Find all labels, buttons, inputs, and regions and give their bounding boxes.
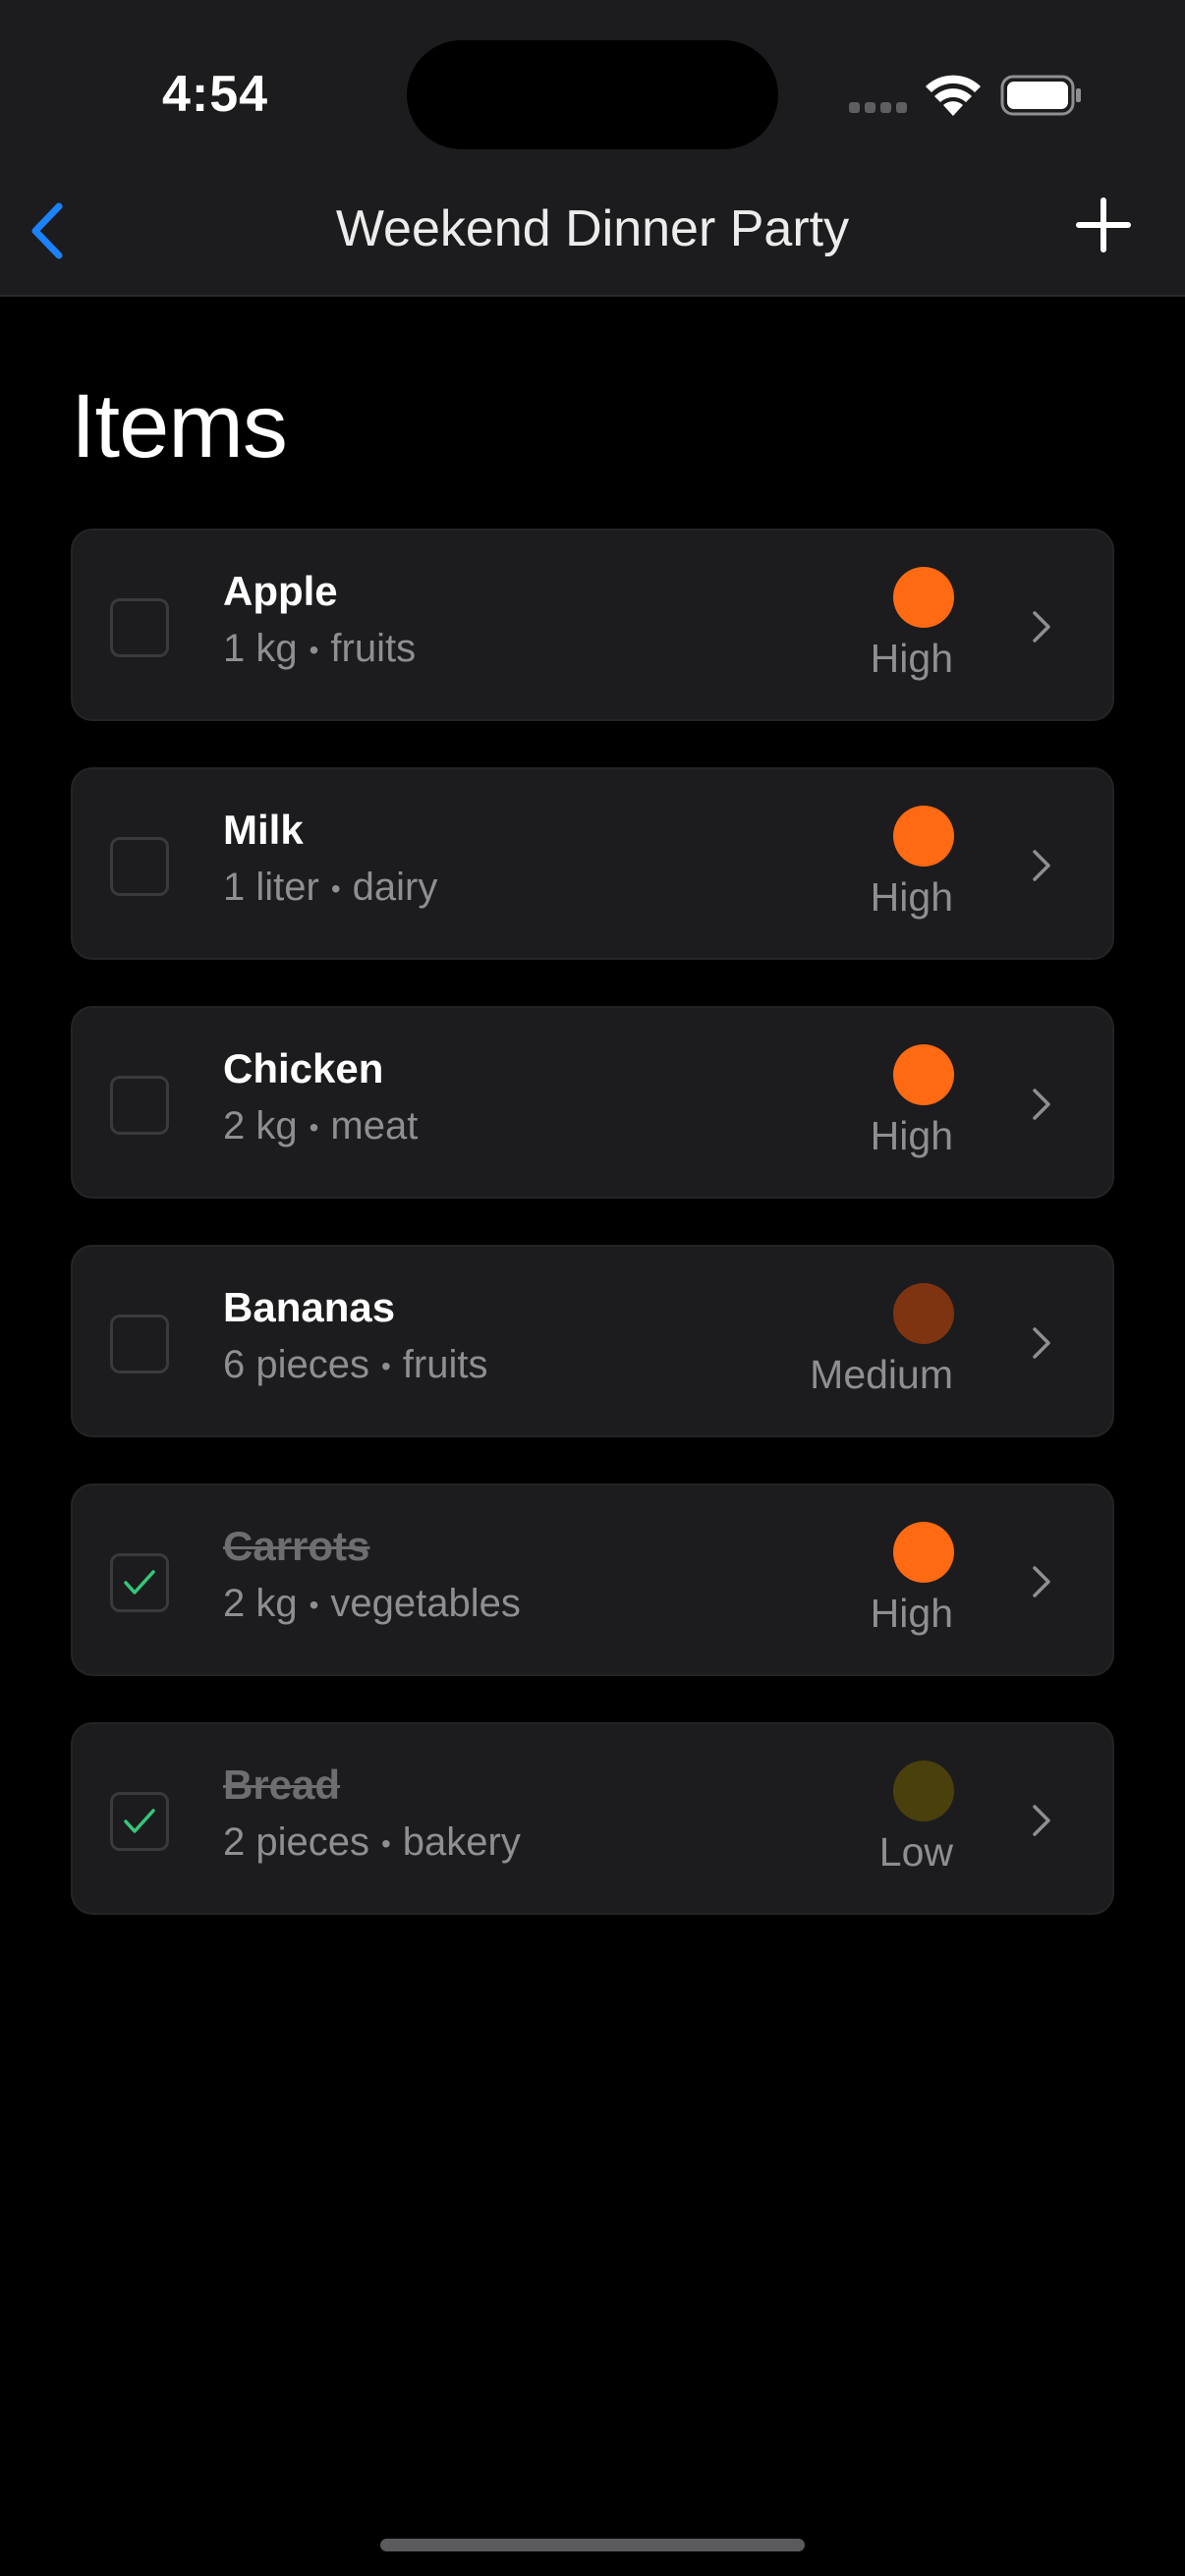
add-item-button[interactable] — [1071, 193, 1136, 257]
screen: 4:54 Weekend Dinner Party Items Apple 1 … — [0, 0, 1185, 2576]
separator: • — [309, 1590, 319, 1621]
cellular-signal-icon — [849, 102, 908, 116]
priority-label: High — [870, 1113, 953, 1158]
item-checkbox[interactable] — [110, 1315, 169, 1373]
chevron-right-icon — [1033, 1805, 1050, 1836]
chevron-right-icon — [1033, 850, 1050, 881]
home-indicator — [380, 2539, 805, 2551]
item-quantity: 2 pieces — [223, 1820, 369, 1864]
separator: • — [330, 873, 341, 905]
priority-label: Low — [878, 1829, 953, 1875]
priority-label: High — [870, 636, 953, 681]
priority-label: Medium — [810, 1352, 953, 1397]
item-quantity: 1 kg — [223, 627, 298, 670]
item-category: vegetables — [330, 1582, 521, 1625]
separator: • — [380, 1351, 391, 1382]
item-details: 2 pieces • bakery — [223, 1820, 521, 1865]
item-checkbox[interactable] — [110, 1076, 169, 1135]
item-quantity: 2 kg — [223, 1582, 298, 1625]
item-checkbox[interactable] — [110, 837, 169, 896]
chevron-right-icon — [1033, 1327, 1050, 1359]
priority-label: High — [870, 1591, 953, 1636]
separator: • — [309, 635, 319, 666]
checkmark-icon — [124, 1809, 155, 1833]
item-list: Apple 1 kg • fruits High Milk 1 liter • dair… — [71, 529, 1114, 1961]
item-quantity: 1 liter — [223, 866, 319, 909]
item-name: Bananas — [223, 1284, 396, 1330]
item-details: 1 kg • fruits — [223, 627, 416, 671]
item-category: bakery — [402, 1820, 521, 1864]
item-category: dairy — [352, 866, 438, 909]
checkmark-icon — [124, 1570, 155, 1595]
separator: • — [309, 1112, 319, 1144]
item-name: Chicken — [223, 1045, 384, 1092]
priority-indicator — [893, 1761, 954, 1821]
list-item[interactable]: Apple 1 kg • fruits High — [71, 529, 1114, 721]
priority-indicator — [893, 1044, 954, 1105]
status-time: 4:54 — [162, 66, 269, 123]
item-category: meat — [330, 1104, 419, 1148]
item-category: fruits — [402, 1343, 488, 1386]
item-name: Apple — [223, 568, 338, 614]
dynamic-island — [407, 40, 778, 149]
item-checkbox[interactable] — [110, 598, 169, 657]
navigation-bar: 4:54 Weekend Dinner Party — [0, 0, 1185, 297]
section-title: Items — [71, 376, 288, 476]
list-item[interactable]: Bread 2 pieces • bakery Low — [71, 1722, 1114, 1915]
chevron-right-icon — [1033, 611, 1050, 643]
list-item[interactable]: Bananas 6 pieces • fruits Medium — [71, 1245, 1114, 1437]
battery-icon — [1000, 75, 1081, 116]
item-name: Milk — [223, 807, 304, 853]
separator: • — [380, 1828, 391, 1860]
priority-indicator — [893, 806, 954, 867]
chevron-right-icon — [1033, 1089, 1050, 1120]
item-category: fruits — [330, 627, 417, 670]
item-name: Bread — [223, 1762, 341, 1808]
priority-indicator — [893, 567, 954, 628]
item-name: Carrots — [223, 1523, 370, 1569]
wifi-icon — [926, 75, 981, 116]
list-item[interactable]: Milk 1 liter • dairy High — [71, 767, 1114, 960]
page-title: Weekend Dinner Party — [335, 200, 850, 257]
priority-label: High — [870, 874, 953, 920]
item-checkbox[interactable] — [110, 1792, 169, 1851]
list-item[interactable]: Carrots 2 kg • vegetables High — [71, 1484, 1114, 1676]
item-quantity: 2 kg — [223, 1104, 298, 1148]
item-details: 2 kg • vegetables — [223, 1582, 521, 1626]
priority-indicator — [893, 1283, 954, 1344]
list-item[interactable]: Chicken 2 kg • meat High — [71, 1006, 1114, 1199]
item-details: 2 kg • meat — [223, 1104, 418, 1148]
priority-indicator — [893, 1522, 954, 1583]
chevron-right-icon — [1033, 1566, 1050, 1597]
item-quantity: 6 pieces — [223, 1343, 369, 1386]
item-checkbox[interactable] — [110, 1553, 169, 1612]
item-details: 1 liter • dairy — [223, 866, 437, 910]
item-details: 6 pieces • fruits — [223, 1343, 487, 1387]
